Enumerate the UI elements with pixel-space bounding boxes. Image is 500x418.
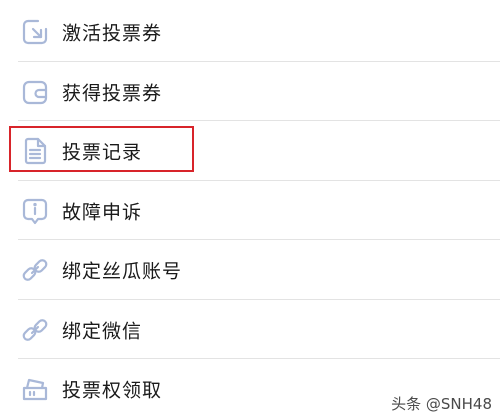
watermark: 头条 @SNH48 bbox=[391, 395, 492, 413]
wallet-icon bbox=[20, 77, 50, 107]
menu-item-get-voucher[interactable]: 获得投票券 bbox=[0, 62, 500, 121]
menu-item-label: 投票权领取 bbox=[62, 379, 163, 401]
menu-item-activate-voucher[interactable]: 激活投票券 bbox=[0, 2, 500, 61]
menu-item-label: 绑定丝瓜账号 bbox=[62, 260, 183, 282]
menu-item-label: 故障申诉 bbox=[62, 201, 143, 223]
ticket-icon bbox=[20, 374, 50, 404]
menu-item-bind-wechat[interactable]: 绑定微信 bbox=[0, 300, 500, 359]
link-icon bbox=[20, 315, 50, 345]
menu-item-label: 绑定微信 bbox=[62, 320, 143, 342]
link-icon bbox=[20, 255, 50, 285]
screen: 激活投票券 获得投票券 投票记录 故障申诉 绑定丝瓜账号 绑定微信 投票权领取 … bbox=[0, 0, 500, 418]
highlight-box bbox=[9, 126, 194, 172]
arrow-box-icon bbox=[20, 17, 50, 47]
menu-item-report-issue[interactable]: 故障申诉 bbox=[0, 181, 500, 240]
menu-item-label: 激活投票券 bbox=[62, 22, 163, 44]
menu-item-label: 获得投票券 bbox=[62, 82, 163, 104]
info-bubble-icon bbox=[20, 196, 50, 226]
menu-item-bind-sigua[interactable]: 绑定丝瓜账号 bbox=[0, 240, 500, 299]
